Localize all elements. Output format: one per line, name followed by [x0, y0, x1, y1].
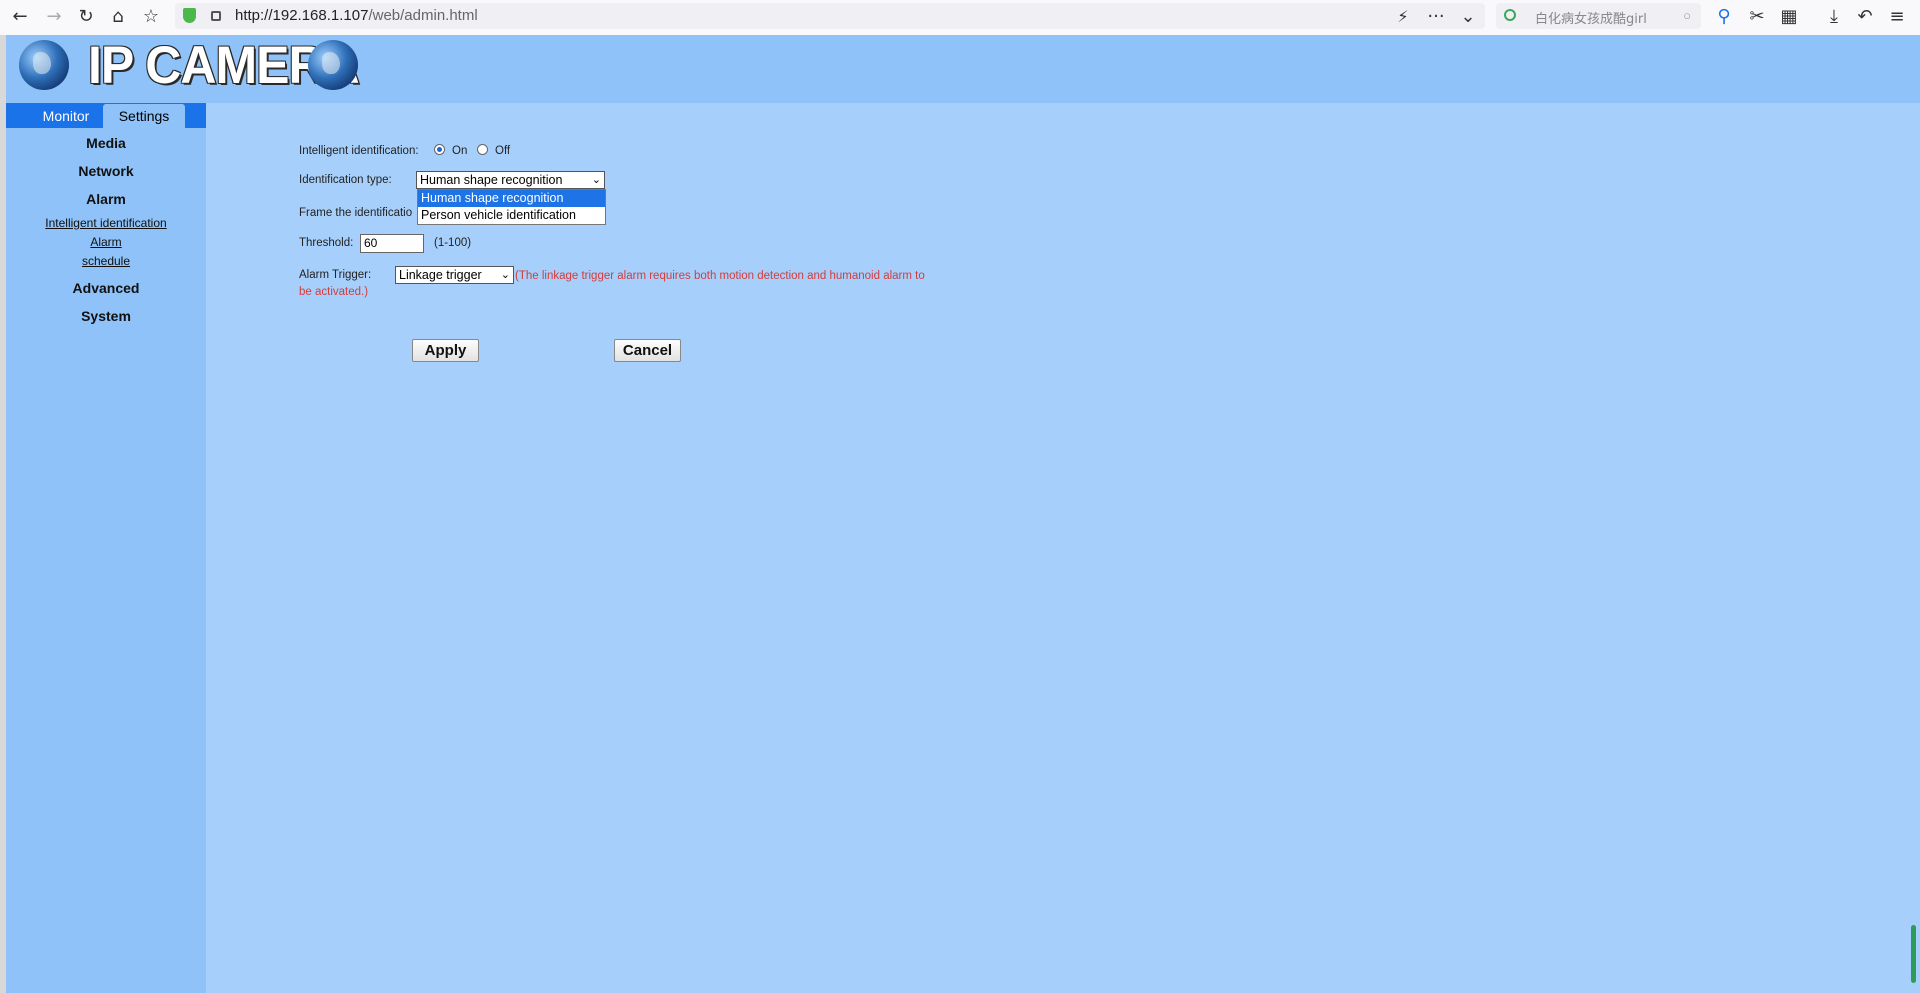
reload-icon[interactable]: ↻	[74, 5, 98, 29]
back-icon[interactable]: ←	[8, 5, 32, 29]
sidebar-item-media[interactable]: Media	[6, 135, 206, 151]
identification-type-select[interactable]: Human shape recognition ⌄	[416, 171, 605, 189]
chevron-down-icon[interactable]: ⌄	[1456, 5, 1480, 29]
more-icon[interactable]: ···	[1424, 5, 1448, 29]
radio-on[interactable]	[434, 144, 445, 155]
menu-icon[interactable]: ≡	[1885, 5, 1909, 29]
intelligent-identification-label: Intelligent identification:	[299, 145, 419, 157]
identification-type-dropdown: Human shape recognition Person vehicle i…	[417, 189, 606, 225]
option-human-shape-recognition[interactable]: Human shape recognition	[418, 190, 605, 207]
insecure-lock-icon	[211, 11, 221, 21]
globe-logo-icon	[19, 40, 69, 90]
undo-icon[interactable]: ↶	[1853, 5, 1877, 29]
apps-grid-icon[interactable]: ▦	[1777, 5, 1801, 29]
home-icon[interactable]: ⌂	[106, 5, 130, 29]
shield-icon	[183, 8, 196, 23]
identification-type-label: Identification type:	[299, 174, 392, 186]
find-icon[interactable]: ⚲	[1712, 5, 1736, 29]
sidebar-subitem-alarm[interactable]: Alarm	[6, 235, 206, 249]
apply-button[interactable]: Apply	[412, 339, 479, 362]
lightning-icon[interactable]: ⚡	[1391, 5, 1415, 29]
scissors-icon[interactable]: ✂	[1745, 5, 1769, 29]
sidebar-subitem-intelligent-identification[interactable]: Intelligent identification	[6, 216, 206, 230]
threshold-range: (1-100)	[434, 237, 472, 249]
tab-settings[interactable]: Settings	[103, 104, 185, 128]
search-input[interactable]: 白化病女孩成酷girl	[1535, 8, 1647, 27]
radio-off[interactable]	[477, 144, 488, 155]
option-person-vehicle-identification[interactable]: Person vehicle identification	[418, 207, 605, 224]
search-engine-icon	[1504, 9, 1516, 21]
radio-on-label: On	[452, 145, 468, 157]
url-text[interactable]: http://192.168.1.107/web/admin.html	[235, 7, 478, 24]
search-icon[interactable]: ○	[1683, 8, 1691, 23]
sidebar-item-network[interactable]: Network	[6, 163, 206, 179]
identification-type-value: Human shape recognition	[420, 173, 563, 187]
browser-toolbar: ← → ↻ ⌂ ☆ http://192.168.1.107/web/admin…	[0, 0, 1920, 36]
scroll-indicator[interactable]	[1911, 925, 1916, 983]
forward-icon[interactable]: →	[42, 5, 66, 29]
sidebar-item-system[interactable]: System	[6, 308, 206, 324]
threshold-label: Threshold:	[299, 237, 354, 249]
threshold-input[interactable]: 60	[360, 234, 424, 253]
radio-off-label: Off	[495, 145, 511, 157]
sidebar-item-advanced[interactable]: Advanced	[6, 280, 206, 296]
chevron-down-icon: ⌄	[591, 173, 601, 186]
sidebar-item-alarm[interactable]: Alarm	[6, 191, 206, 207]
download-icon[interactable]: ⤓	[1822, 5, 1846, 29]
globe-logo-icon	[308, 40, 358, 90]
cancel-button[interactable]: Cancel	[614, 339, 681, 362]
sidebar-subitem-schedule[interactable]: schedule	[6, 254, 206, 268]
bookmark-icon[interactable]: ☆	[139, 5, 163, 29]
frame-identification-label: Frame the identificatio	[299, 207, 413, 219]
tab-monitor[interactable]: Monitor	[26, 104, 106, 128]
tab-bar: Monitor Settings	[6, 103, 206, 128]
linkage-trigger-note: (The linkage trigger alarm requires both…	[299, 270, 925, 298]
